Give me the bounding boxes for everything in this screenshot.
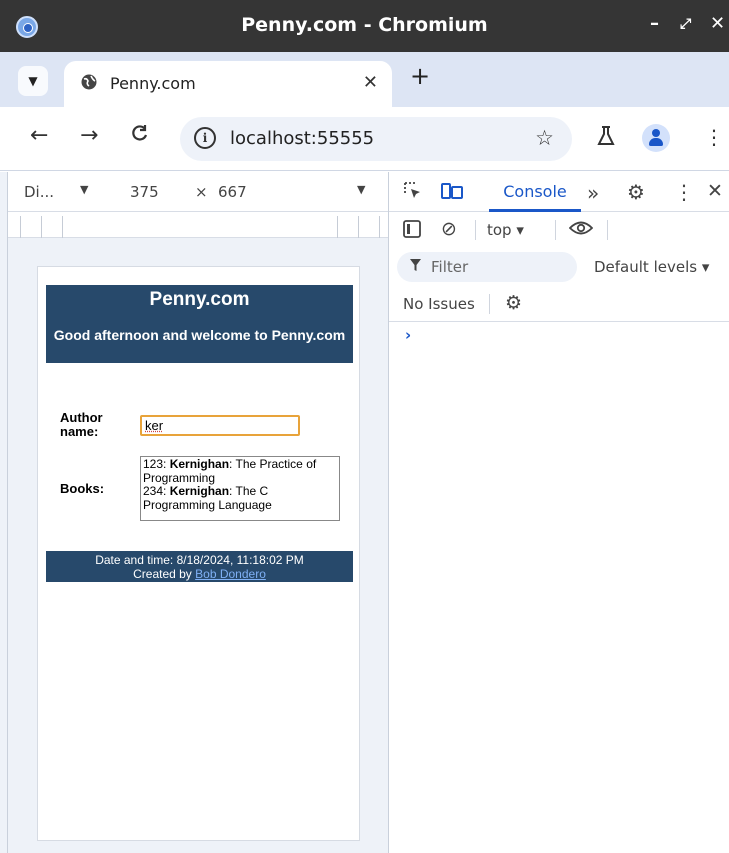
chevron-down-icon[interactable]: ▼ (80, 183, 88, 196)
book-item: 123: Kernighan: The Practice of Programm… (143, 457, 317, 485)
tab-search-button[interactable]: ▼ (18, 66, 48, 96)
books-list: 123: Kernighan: The Practice of Programm… (140, 456, 340, 521)
browser-toolbar: ← → i localhost:55555 ☆ ⋮ (0, 107, 729, 171)
log-levels-select[interactable]: Default levels ▾ (594, 258, 709, 276)
author-name-input[interactable]: ker (140, 415, 300, 436)
clear-console-icon[interactable]: ⊘ (441, 218, 457, 240)
issues-settings-gear-icon[interactable]: ⚙ (505, 292, 522, 314)
window-title-bar: Penny.com - Chromium – ⤢ ✕ (0, 0, 729, 52)
devtools-menu-icon[interactable]: ⋮ (674, 180, 694, 204)
author-link[interactable]: Bob Dondero (195, 567, 266, 581)
issues-status[interactable]: No Issues (403, 295, 475, 313)
globe-icon (80, 73, 98, 96)
more-options-chevron-icon[interactable]: ▼ (357, 183, 365, 196)
new-tab-button[interactable]: + (410, 62, 430, 90)
device-toolbar: Di... ▼ 375 × 667 ▼ (0, 172, 388, 212)
eye-icon[interactable] (568, 220, 594, 241)
console-toolbar: ⊘ top ▾ (389, 212, 729, 248)
width-field[interactable]: 375 (130, 183, 159, 201)
close-window-button[interactable]: ✕ (710, 13, 725, 34)
reload-icon[interactable] (130, 123, 150, 149)
back-arrow-icon[interactable]: ← (30, 123, 48, 148)
page-footer: Date and time: 8/18/2024, 11:18:02 PM Cr… (46, 551, 353, 582)
issues-bar: No Issues ⚙ (389, 286, 729, 322)
filter-input[interactable]: Filter (397, 252, 577, 282)
device-toggle-icon[interactable] (441, 181, 463, 206)
page-header: Penny.com Good afternoon and welcome to … (46, 285, 353, 363)
devtools-tab-bar: Console » ⚙ ⋮ ✕ (389, 172, 729, 212)
welcome-text: Good afternoon and welcome to Penny.com (53, 327, 346, 343)
filter-placeholder: Filter (431, 258, 469, 276)
media-query-bar[interactable] (0, 212, 388, 238)
labs-flask-icon[interactable] (596, 125, 616, 152)
console-prompt[interactable]: › (405, 326, 411, 344)
menu-kebab-icon[interactable]: ⋮ (704, 125, 724, 149)
address-bar[interactable]: i localhost:55555 ☆ (180, 117, 572, 161)
footer-datetime: Date and time: 8/18/2024, 11:18:02 PM (95, 553, 304, 567)
window-title: Penny.com - Chromium (241, 14, 488, 36)
site-info-icon[interactable]: i (194, 127, 216, 149)
device-frame: Penny.com Good afternoon and welcome to … (37, 266, 360, 841)
footer-credit: Created by Bob Dondero (133, 567, 266, 581)
book-item: 234: Kernighan: The C Programming Langua… (143, 484, 272, 512)
forward-arrow-icon[interactable]: → (80, 123, 98, 148)
tab-title: Penny.com (110, 74, 196, 93)
viewport-edge (0, 172, 8, 853)
inspect-element-icon[interactable] (403, 181, 423, 206)
books-label: Books: (60, 481, 105, 496)
settings-gear-icon[interactable]: ⚙ (627, 180, 645, 204)
tab-penny[interactable]: Penny.com ✕ (64, 61, 392, 107)
author-label: Author name: (60, 410, 103, 439)
tab-strip: ▼ Penny.com ✕ (0, 52, 729, 107)
tab-close-icon[interactable]: ✕ (363, 72, 378, 93)
dimension-separator: × (195, 183, 208, 201)
tab-console[interactable]: Console (489, 172, 581, 212)
height-field[interactable]: 667 (218, 183, 247, 201)
devtools-panel: Console » ⚙ ⋮ ✕ ⊘ top ▾ Filter Default l… (389, 172, 729, 853)
page-title: Penny.com (149, 289, 250, 310)
chevron-down-icon: ▼ (28, 74, 38, 88)
bookmark-star-icon[interactable]: ☆ (535, 126, 554, 150)
filter-icon (409, 258, 422, 276)
sidebar-toggle-icon[interactable] (403, 220, 421, 243)
context-select[interactable]: top ▾ (487, 221, 524, 239)
url-text: localhost:55555 (230, 128, 375, 149)
device-select[interactable]: Di... (24, 183, 54, 201)
profile-avatar[interactable] (642, 124, 670, 152)
maximize-button[interactable]: ⤢ (680, 16, 691, 32)
more-tabs-icon[interactable]: » (587, 181, 599, 205)
close-devtools-icon[interactable]: ✕ (707, 180, 723, 202)
minimize-button[interactable]: – (650, 13, 659, 34)
